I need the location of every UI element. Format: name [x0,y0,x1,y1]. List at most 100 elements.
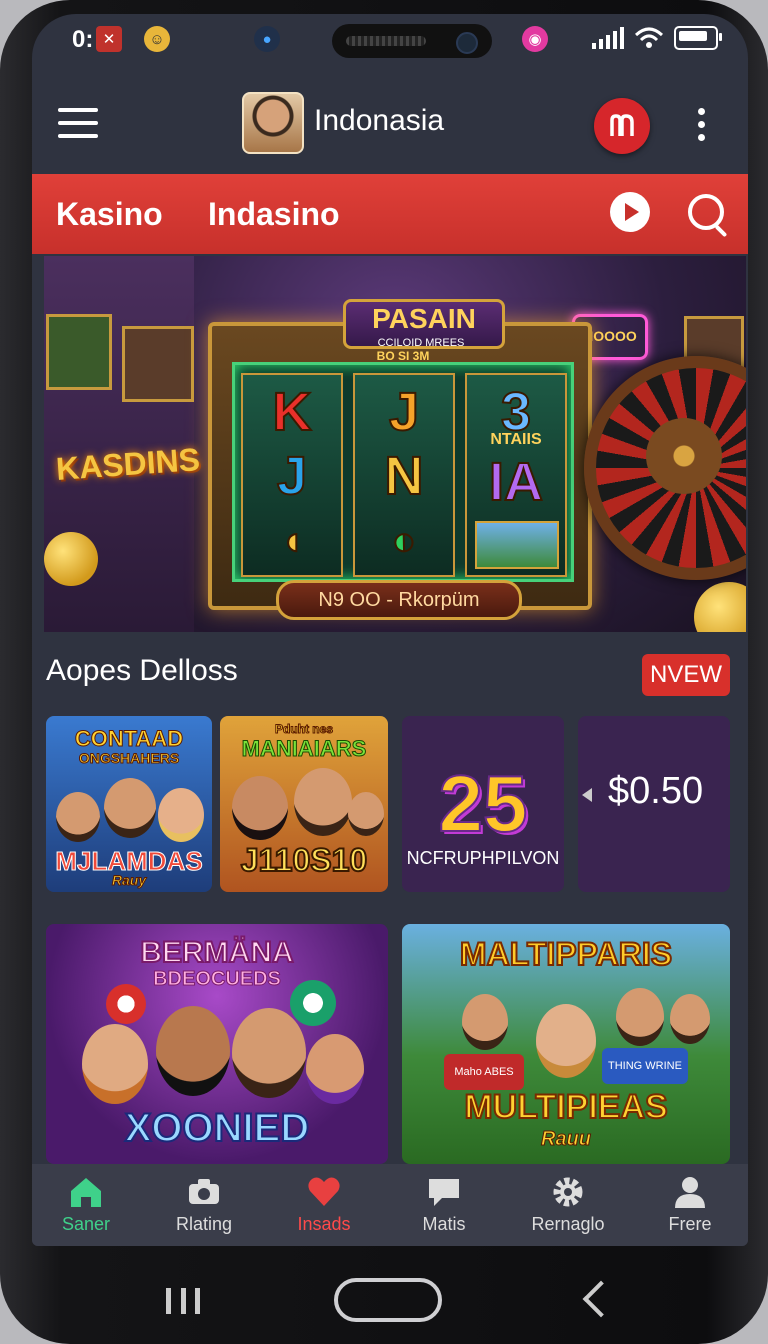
tab-insads[interactable]: Insads [264,1164,384,1246]
app-title: Indonasia [314,104,445,137]
reel-symbol: J [276,445,308,507]
avatar[interactable] [242,92,304,154]
character [104,778,156,838]
new-badge[interactable]: NVEW [642,654,730,696]
speaker-grill [346,36,426,46]
reel-small-label: NTAIIS [490,431,542,448]
logo-icon [610,114,634,136]
card-title: MALTIPPARIS [459,935,673,973]
game-card-maltipparis[interactable]: MALTIPPARIS Maho ABES THING WRINE MULTIP… [402,924,730,1164]
slot-machine: PASAIN CCILOID MREES BO SI 3M K J ◖ J N … [208,299,592,620]
app-logo-button[interactable] [594,98,650,154]
system-indicators [592,26,722,50]
search-icon[interactable] [688,194,724,230]
card-footer: MULTIPIEAS [463,1087,668,1127]
app-bar: Indonasia [32,74,748,170]
character [670,994,710,1044]
card-title: MANIAIARS [241,736,367,762]
reel-symbol: IA [488,451,544,513]
price-card[interactable]: $0.50 [578,716,730,892]
game-card-maniaiars[interactable]: Pduht nes MANIAIARS J110S10 [220,716,388,892]
character [232,776,288,840]
reel-symbol: J [388,381,420,443]
roulette-wheel [584,356,746,580]
battery-icon [674,26,722,50]
tab-label: Matis [422,1214,466,1234]
category-bar: Kasino Indasino [32,174,748,254]
heart-icon [308,1177,340,1206]
tab-indasino[interactable]: Indasino [208,196,340,233]
signal-icon [592,27,624,49]
tab-matis[interactable]: Matis [384,1164,504,1246]
location-icon: ◉ [522,26,548,52]
price-value: $0.50 [608,770,704,812]
promo-card-25[interactable]: 25 NCFRUPHPILVON [402,716,564,892]
reel-1: K J ◖ [241,373,343,577]
hero-banner[interactable]: KASDINS NOOOO PASAIN CCILOID MREES BO SI… [44,256,746,632]
front-camera [456,32,478,54]
character [158,788,204,842]
card-footer: XOONIED [124,1105,310,1151]
status-time: 0: [72,26,94,53]
poker-chip [290,980,336,1026]
back-icon[interactable] [582,1280,620,1318]
reel-symbol: N [384,445,425,507]
home-icon [71,1178,101,1207]
card-subtitle: ONGSHAHERS [78,750,180,767]
more-options-icon[interactable] [696,108,706,141]
caret-left-icon [582,788,592,802]
character [56,792,100,842]
emoji-icon: ☺ [144,26,170,52]
tab-label: Rernaglo [531,1214,605,1234]
camera-icon [189,1179,219,1204]
play-icon[interactable] [610,192,650,232]
tab-kasino[interactable]: Kasino [56,196,163,233]
coin [44,532,98,586]
promo-label: NCFRUPHPILVON [406,848,560,868]
character [294,768,352,836]
tab-frere[interactable]: Frere [630,1164,748,1246]
tab-rating[interactable]: Rlating [144,1164,264,1246]
character [82,1024,148,1104]
wall-poster [46,314,112,390]
card-script: Rauy [111,872,147,889]
slot-jackpot: N9 OO - Rkorpüm [276,580,522,620]
player-jersey: THING WRINE [602,1048,688,1084]
poker-chip [106,984,146,1024]
menu-icon[interactable] [58,108,98,138]
tab-rernaglo[interactable]: Rernaglo [508,1164,628,1246]
notification-icon: ✕ [96,26,122,52]
character [232,1008,306,1098]
card-title: BERMÄNA [139,935,294,970]
chat-icon [429,1179,459,1206]
reel-2: J N ◐ [353,373,455,577]
reel-symbol: ◐ [391,518,417,564]
bottom-tab-bar: Saner Rlating Insads Matis Rernaglo Frer… [32,1164,748,1246]
wifi-icon [634,27,664,48]
card-title: CONTAAD [74,726,184,752]
card-subtitle: BDEOCUEDS [153,968,282,991]
recent-apps-icon[interactable] [166,1288,200,1314]
card-footer: J110S10 [240,841,368,879]
screen: 0: ✕ ☺ ● ◉ Indonasia Kasino Indasino KAS… [32,14,748,1246]
character [536,1004,596,1078]
system-nav-bar [0,1250,768,1344]
user-icon [675,1177,705,1208]
game-card-contaad[interactable]: CONTAAD ONGSHAHERS MJLAMDAS Rauy [46,716,212,892]
home-button[interactable] [334,1278,442,1322]
player-shirt: Maho ABES [444,1054,524,1090]
reel-image [475,521,559,569]
tab-label: Rlating [175,1214,233,1234]
tab-home[interactable]: Saner [32,1164,146,1246]
character [348,792,384,836]
coin [694,582,746,632]
status-bar: 0: ✕ ☺ ● ◉ [32,14,748,70]
slot-top-label: BO SI 3M [376,349,430,363]
reel-symbol: K [272,381,313,443]
promo-number: 25 [438,758,529,849]
reel-symbol: ◖ [279,518,305,564]
section-title: Aopes Delloss [46,654,238,687]
character [156,1006,230,1096]
game-card-bermana[interactable]: BERMÄNA BDEOCUEDS XOONIED [46,924,388,1164]
reel-3: 3 NTAIIS IA [465,373,567,577]
